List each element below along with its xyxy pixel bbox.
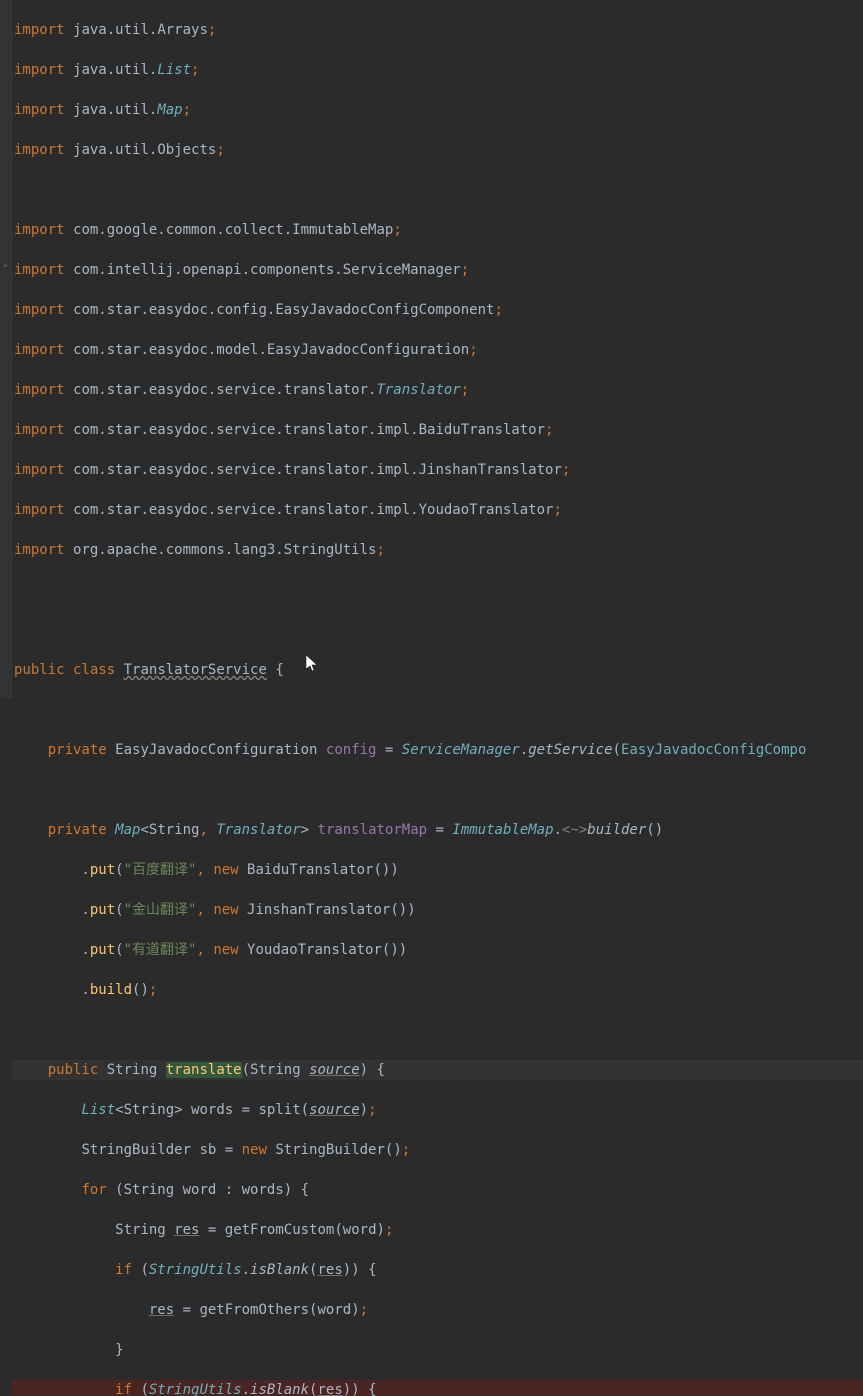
code-editor[interactable]: import java.util.Arrays; import java.uti… — [12, 0, 863, 1396]
code-line: import com.google.common.collect.Immutab… — [12, 220, 863, 240]
class-declaration: public class TranslatorService { — [12, 660, 863, 680]
code-line: import com.star.easydoc.config.EasyJavad… — [12, 300, 863, 320]
gutter-fold-marker[interactable]: ▸ — [0, 256, 12, 268]
put-call-baidu: .put("百度翻译", new BaiduTranslator()) — [12, 860, 863, 880]
code-line: } — [12, 1340, 863, 1360]
build-call: .build(); — [12, 980, 863, 1000]
code-line: import java.util.Map; — [12, 100, 863, 120]
code-line: import com.star.easydoc.service.translat… — [12, 420, 863, 440]
blank-line — [12, 620, 863, 640]
code-line: import java.util.List; — [12, 60, 863, 80]
code-line: String res = getFromCustom(word); — [12, 1220, 863, 1240]
blank-line — [12, 580, 863, 600]
code-line: import com.star.easydoc.model.EasyJavado… — [12, 340, 863, 360]
code-line: import com.intellij.openapi.components.S… — [12, 260, 863, 280]
code-line: import java.util.Objects; — [12, 140, 863, 160]
code-line: res = getFromOthers(word); — [12, 1300, 863, 1320]
code-line: import com.star.easydoc.service.translat… — [12, 460, 863, 480]
field-config: private EasyJavadocConfiguration config … — [12, 740, 863, 760]
blank-line — [12, 780, 863, 800]
code-line: for (String word : words) { — [12, 1180, 863, 1200]
code-line: import org.apache.commons.lang3.StringUt… — [12, 540, 863, 560]
blank-line — [12, 180, 863, 200]
field-translator-map: private Map<String, Translator> translat… — [12, 820, 863, 840]
put-call-youdao: .put("有道翻译", new YoudaoTranslator()) — [12, 940, 863, 960]
code-line: List<String> words = split(source); — [12, 1100, 863, 1120]
code-line: if (StringUtils.isBlank(res)) { — [12, 1260, 863, 1280]
blank-line — [12, 1020, 863, 1040]
code-line: import com.star.easydoc.service.translat… — [12, 380, 863, 400]
method-signature: public String translate(String source) { — [12, 1060, 863, 1080]
blank-line — [12, 700, 863, 720]
put-call-jinshan: .put("金山翻译", new JinshanTranslator()) — [12, 900, 863, 920]
code-line: if (StringUtils.isBlank(res)) { — [12, 1380, 863, 1396]
gutter: ▸ — [0, 0, 12, 698]
code-line: import java.util.Arrays; — [12, 20, 863, 40]
code-line: import com.star.easydoc.service.translat… — [12, 500, 863, 520]
code-line: StringBuilder sb = new StringBuilder(); — [12, 1140, 863, 1160]
